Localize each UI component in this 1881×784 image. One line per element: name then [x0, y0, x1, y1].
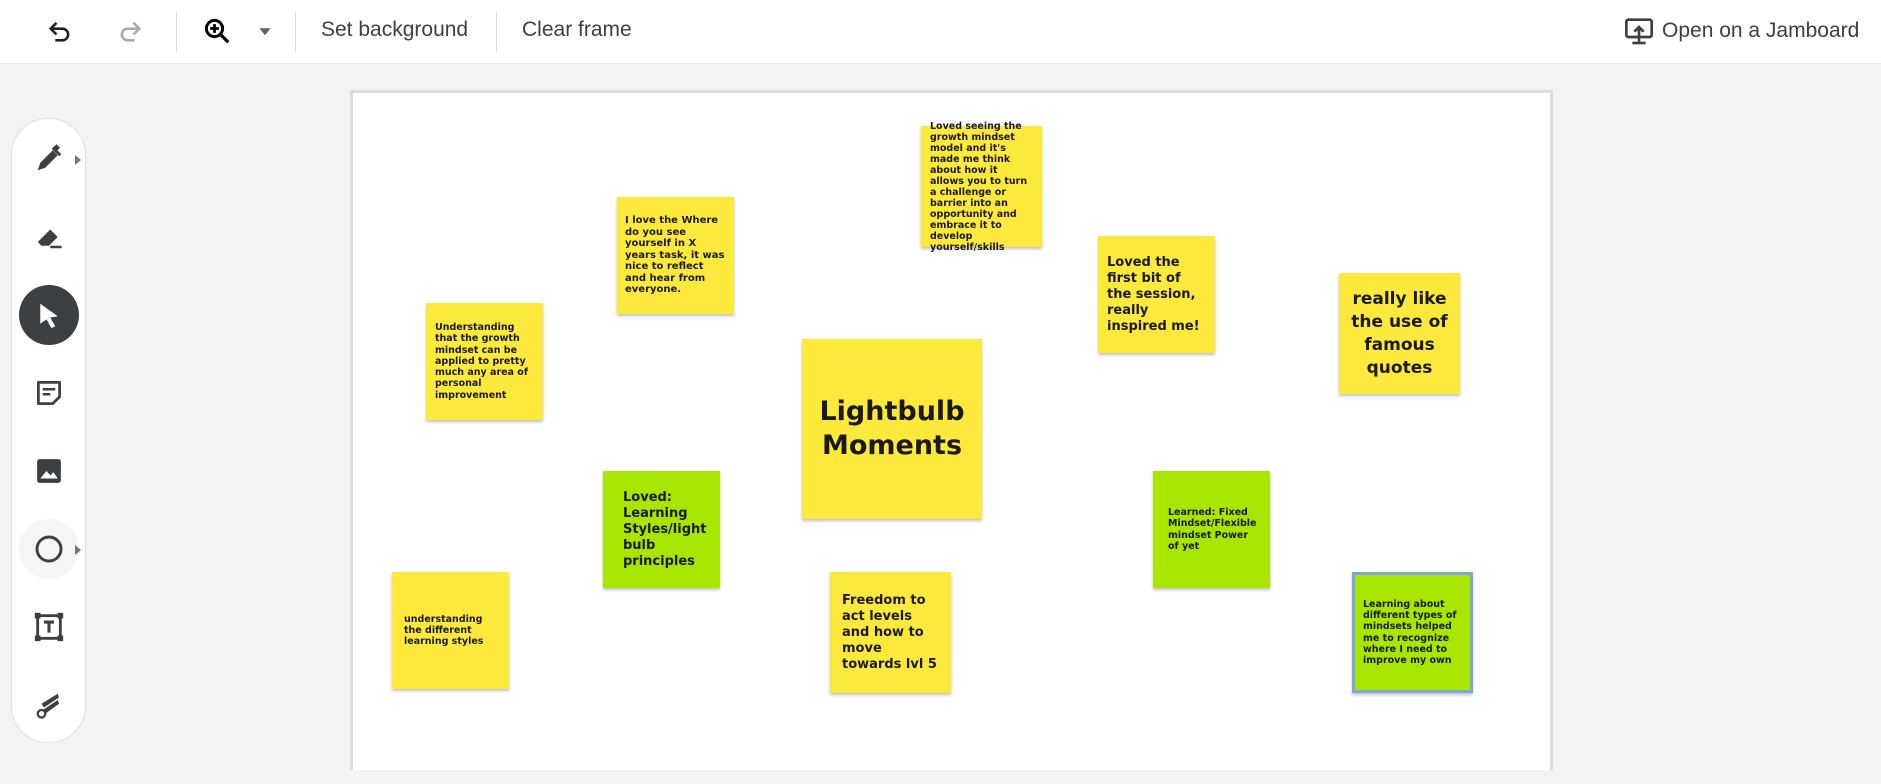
text-box-icon	[34, 612, 64, 642]
sticky-note-text: really like the use of famous quotes	[1351, 288, 1448, 378]
laser-icon	[36, 693, 59, 719]
open-on-jamboard-button[interactable]: Open on a Jamboard	[1623, 14, 1859, 48]
tool-image[interactable]	[19, 441, 79, 501]
sticky-note[interactable]: Loved seeing the growth mindset model an…	[921, 121, 1042, 253]
center-topic-text: Lightbulb Moments	[819, 396, 965, 461]
sticky-note-text: understanding the different learning sty…	[404, 613, 484, 648]
top-bar: Set background Clear frame Open on a Jam…	[0, 0, 1881, 64]
circle-icon	[35, 535, 63, 563]
toolbar-divider	[176, 12, 177, 52]
sticky-note[interactable]: Freedom to act levels and how to move to…	[830, 572, 951, 693]
present-upload-icon	[1625, 18, 1653, 45]
image-icon	[37, 459, 61, 483]
tool-pen[interactable]	[19, 129, 81, 189]
clear-frame-button[interactable]: Clear frame	[522, 18, 632, 42]
undo-icon	[48, 21, 70, 42]
sticky-note-text: I love the Where do you see yourself in …	[625, 215, 725, 296]
sticky-note[interactable]: Understanding that the growth mindset ca…	[426, 303, 543, 420]
sticky-note-text: Learning about different types of mindse…	[1363, 598, 1457, 666]
sticky-note-text: Loved seeing the growth mindset model an…	[930, 120, 1028, 253]
tool-laser[interactable]	[19, 675, 79, 735]
open-on-jamboard-label: Open on a Jamboard	[1662, 19, 1860, 42]
tool-text-box[interactable]	[19, 597, 79, 657]
tool-select[interactable]	[19, 285, 79, 345]
sticky-note-selected[interactable]: Learning about different types of mindse…	[1352, 572, 1473, 693]
sticky-note-text: Loved: Learning Styles/light bulb princi…	[623, 489, 707, 569]
sticky-note-text: Loved the first bit of the session, real…	[1107, 254, 1200, 334]
sticky-note[interactable]: I love the Where do you see yourself in …	[617, 197, 734, 314]
sticky-note-icon	[37, 381, 61, 405]
tool-sticky-note[interactable]	[19, 363, 79, 423]
pen-icon	[37, 144, 62, 171]
redo-button[interactable]	[113, 14, 147, 48]
sticky-note[interactable]: Learned: Fixed Mindset/Flexible mindset …	[1153, 471, 1270, 588]
tool-eraser[interactable]	[19, 207, 79, 267]
sticky-note[interactable]: really like the use of famous quotes	[1339, 273, 1460, 394]
set-background-button[interactable]: Set background	[321, 18, 468, 42]
sticky-note-text: Learned: Fixed Mindset/Flexible mindset …	[1168, 507, 1257, 552]
tool-palette	[11, 118, 86, 743]
caret-down-icon	[259, 28, 271, 36]
center-topic-note[interactable]: Lightbulb Moments	[802, 339, 982, 519]
sticky-note[interactable]: Loved the first bit of the session, real…	[1098, 236, 1215, 353]
sticky-note-text: Freedom to act levels and how to move to…	[842, 592, 937, 672]
sticky-note[interactable]: Loved: Learning Styles/light bulb princi…	[603, 471, 720, 588]
sticky-note-text: Understanding that the growth mindset ca…	[435, 322, 528, 401]
undo-button[interactable]	[43, 14, 77, 48]
zoom-in-icon	[204, 18, 230, 44]
toolbar-divider	[295, 12, 296, 52]
tool-shape[interactable]	[19, 519, 81, 579]
eraser-icon	[37, 229, 62, 249]
submenu-caret-icon	[75, 545, 81, 555]
jam-frame-canvas[interactable]: Loved seeing the growth mindset model an…	[350, 90, 1553, 770]
zoom-dropdown[interactable]	[248, 14, 282, 48]
toolbar-divider	[496, 12, 497, 52]
submenu-caret-icon	[75, 155, 81, 165]
cursor-icon	[40, 303, 58, 329]
sticky-note[interactable]: understanding the different learning sty…	[392, 572, 509, 689]
zoom-button[interactable]	[200, 14, 234, 48]
redo-icon	[120, 21, 142, 42]
